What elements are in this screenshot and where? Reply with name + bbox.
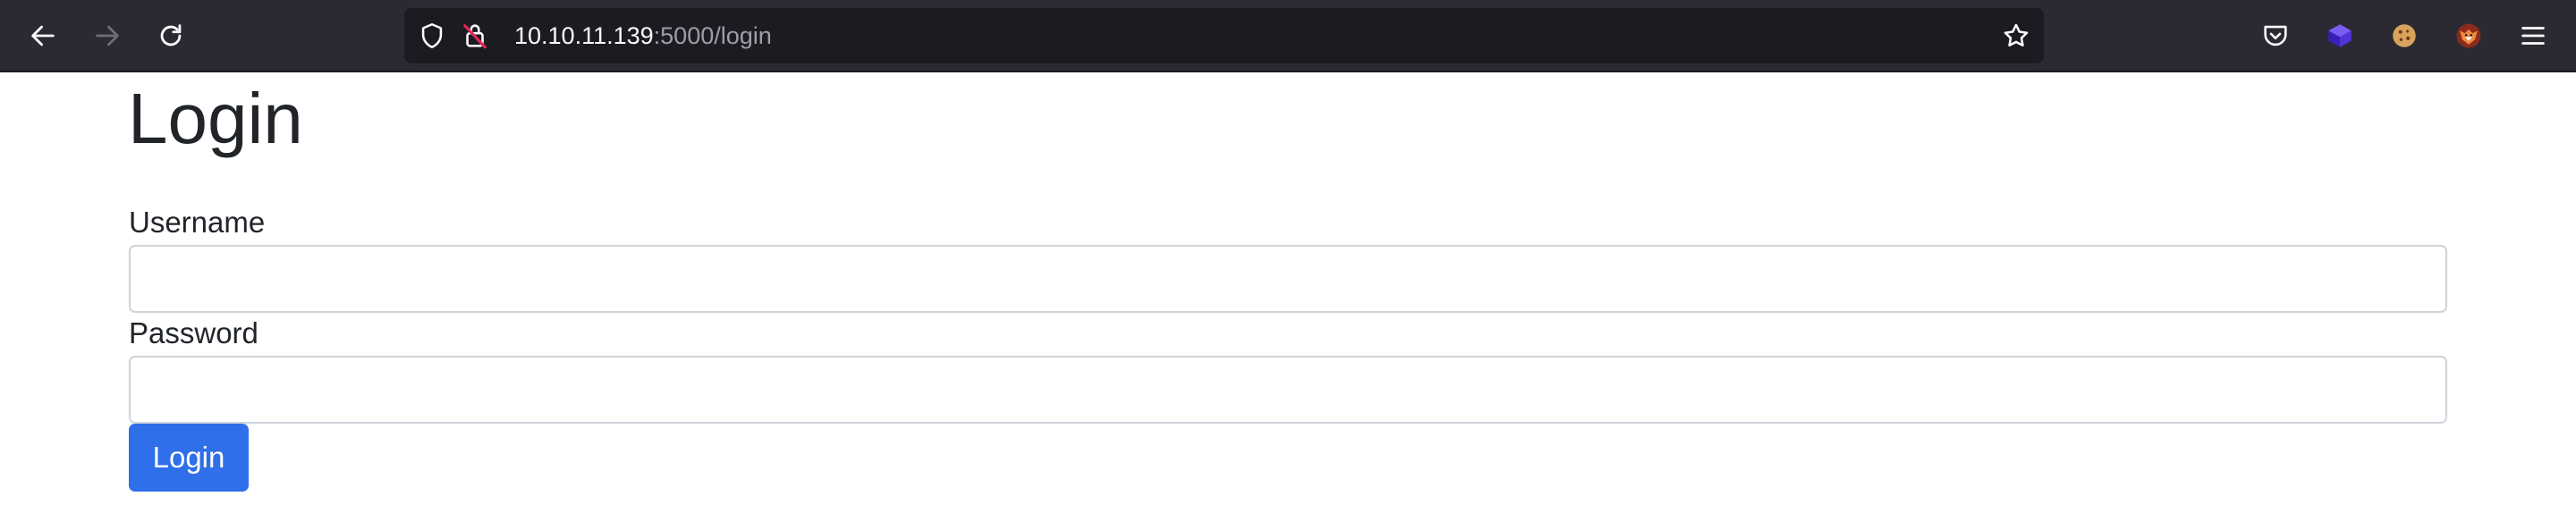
shield-icon[interactable] bbox=[417, 21, 447, 51]
pocket-button[interactable] bbox=[2258, 18, 2293, 54]
pocket-icon bbox=[2264, 25, 2287, 46]
password-label: Password bbox=[129, 316, 258, 349]
username-input[interactable] bbox=[129, 245, 2447, 313]
reload-button[interactable] bbox=[151, 16, 191, 55]
app-menu-button[interactable] bbox=[2515, 18, 2551, 54]
login-button[interactable]: Login bbox=[129, 424, 249, 492]
back-button[interactable] bbox=[23, 16, 63, 55]
url-text[interactable]: 10.10.11.139:5000/login bbox=[514, 8, 772, 63]
star-icon[interactable] bbox=[2001, 21, 2031, 51]
username-label: Username bbox=[129, 206, 266, 239]
arrow-right-icon bbox=[96, 25, 119, 46]
reload-icon bbox=[160, 24, 182, 46]
browser-toolbar: 10.10.11.139:5000/login bbox=[0, 0, 2576, 72]
extension-fox[interactable] bbox=[2451, 18, 2487, 54]
page-content: Login Username Password Login bbox=[0, 74, 2576, 530]
url-path: :5000/login bbox=[653, 22, 772, 49]
extension-cookie[interactable] bbox=[2386, 18, 2422, 54]
hamburger-menu-icon bbox=[2521, 27, 2545, 45]
page-title: Login bbox=[128, 79, 303, 158]
password-input[interactable] bbox=[129, 356, 2447, 424]
arrow-left-icon bbox=[31, 25, 55, 46]
purple-box-icon bbox=[2328, 24, 2351, 47]
insecure-lock-icon[interactable] bbox=[460, 21, 490, 51]
extension-purple-box[interactable] bbox=[2322, 18, 2358, 54]
url-host: 10.10.11.139 bbox=[514, 22, 654, 49]
forward-button[interactable] bbox=[88, 16, 127, 55]
cookie-icon bbox=[2393, 24, 2416, 47]
address-bar[interactable]: 10.10.11.139:5000/login bbox=[404, 8, 2044, 63]
fox-icon bbox=[2456, 23, 2481, 48]
